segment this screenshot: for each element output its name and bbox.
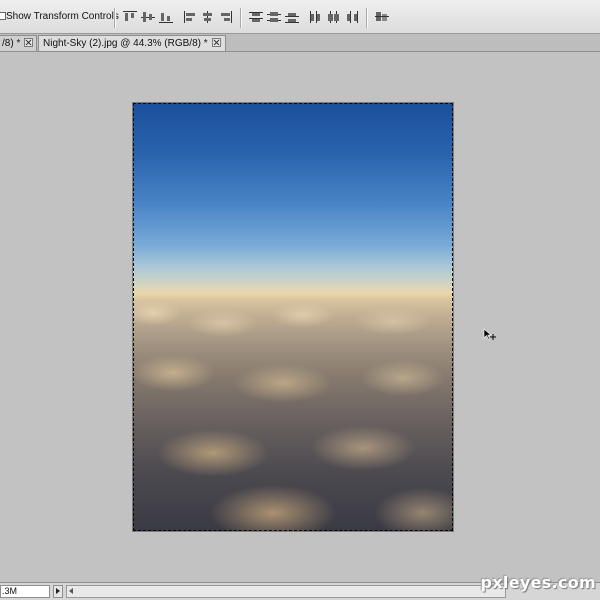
move-cursor-icon	[483, 328, 496, 341]
auto-align-layers-icon[interactable]	[374, 10, 390, 24]
align-left-edges-icon[interactable]	[182, 10, 198, 24]
toolbar-separator	[366, 8, 368, 28]
tab-label: /8) *	[2, 38, 21, 49]
toolbar-separator	[114, 8, 116, 28]
tab-night-sky[interactable]: Night-Sky (2).jpg @ 44.3% (RGB/8) *	[38, 35, 226, 51]
status-menu-arrow-icon[interactable]	[53, 585, 63, 598]
distribute-bottom-edges-icon[interactable]	[284, 10, 300, 24]
align-vertical-centers-icon[interactable]	[140, 10, 156, 24]
canvas-workspace[interactable]	[0, 52, 600, 582]
distribute-right-edges-icon[interactable]	[344, 10, 360, 24]
align-top-edges-icon[interactable]	[122, 10, 138, 24]
options-bar: Show Transform Controls	[0, 0, 600, 34]
distribute-top-edges-icon[interactable]	[248, 10, 264, 24]
align-bottom-edges-icon[interactable]	[158, 10, 174, 24]
show-transform-controls-label: Show Transform Controls	[6, 11, 119, 22]
align-right-edges-icon[interactable]	[218, 10, 234, 24]
toolbar-separator	[240, 8, 242, 28]
align-horizontal-centers-icon[interactable]	[200, 10, 216, 24]
horizontal-scrollbar[interactable]	[66, 585, 506, 598]
distribute-left-edges-icon[interactable]	[308, 10, 324, 24]
distribute-vertical-centers-icon[interactable]	[266, 10, 282, 24]
distribute-horizontal-centers-icon[interactable]	[326, 10, 342, 24]
close-icon[interactable]	[24, 38, 34, 47]
document-tab-bar: /8) * Night-Sky (2).jpg @ 44.3% (RGB/8) …	[0, 34, 600, 52]
close-icon[interactable]	[211, 38, 221, 47]
watermark: pxleyes.com	[480, 573, 596, 592]
doc-info-field[interactable]: .3M	[0, 585, 50, 598]
clouds	[133, 282, 453, 531]
tab-previous-document[interactable]: /8) *	[0, 35, 37, 51]
scroll-left-icon[interactable]	[69, 588, 73, 594]
document-canvas[interactable]	[133, 103, 453, 531]
tab-label: Night-Sky (2).jpg @ 44.3% (RGB/8) *	[43, 38, 208, 49]
